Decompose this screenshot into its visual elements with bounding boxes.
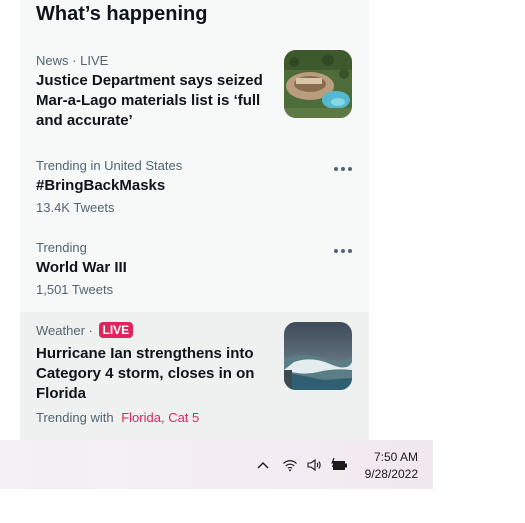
trending-link-cat5[interactable]: Cat 5: [168, 410, 199, 425]
trending-with-label: Trending with: [36, 410, 114, 425]
battery-charging-icon[interactable]: [330, 457, 348, 473]
more-options-icon[interactable]: [334, 164, 352, 174]
system-clock[interactable]: 7:50 AM 9/28/2022: [365, 449, 418, 483]
headline-line: Mar-a-Lago materials list is ‘full: [36, 92, 261, 109]
more-options-icon[interactable]: [334, 246, 352, 256]
headline-line: Category 4 storm, closes in on: [36, 365, 255, 382]
headline-line: Hurricane Ian strengthens into: [36, 345, 254, 362]
chevron-up-icon[interactable]: [255, 457, 271, 473]
clock-time: 7:50 AM: [373, 450, 418, 464]
news-status: LIVE: [80, 53, 109, 68]
news-item-mar-a-lago[interactable]: News · LIVE Justice Department says seiz…: [20, 38, 369, 150]
meta-separator: ·: [72, 53, 77, 68]
headline-line: Florida: [36, 385, 87, 402]
live-badge: LIVE: [98, 322, 134, 338]
news-thumbnail[interactable]: [284, 50, 352, 118]
wifi-icon[interactable]: [282, 457, 298, 473]
whats-happening-panel: What’s happening News · LIVE Justice Dep…: [20, 0, 369, 440]
trending-with: Trending with Florida, Cat 5: [36, 410, 199, 425]
panel-title: What’s happening: [36, 3, 208, 25]
link-separator: ,: [160, 410, 165, 425]
news-headline: Justice Department says seized Mar-a-Lag…: [36, 71, 263, 131]
clock-date: 9/28/2022: [364, 467, 418, 481]
weather-meta: Weather · LIVE: [36, 322, 134, 338]
trend-tweet-count: 1,501 Tweets: [36, 282, 114, 297]
taskbar: 7:50 AM 9/28/2022: [0, 440, 433, 489]
trend-item-world-war-iii[interactable]: Trending World War III 1,501 Tweets: [20, 232, 369, 312]
weather-headline: Hurricane Ian strengthens into Category …: [36, 344, 254, 404]
trend-topic: World War III: [36, 259, 127, 276]
trend-context: Trending in United States: [36, 158, 183, 173]
headline-line: and accurate’: [36, 112, 133, 129]
news-meta: News · LIVE: [36, 53, 108, 68]
trend-topic: #BringBackMasks: [36, 177, 166, 194]
trend-item-bringbackmasks[interactable]: Trending in United States #BringBackMask…: [20, 150, 369, 232]
speaker-icon[interactable]: [306, 457, 322, 473]
weather-thumbnail[interactable]: [284, 322, 352, 390]
weather-item-hurricane-ian[interactable]: Weather · LIVE Hurricane Ian strengthens…: [20, 312, 369, 440]
meta-separator: ·: [88, 323, 93, 338]
trend-context: Trending: [36, 240, 87, 255]
trend-tweet-count: 13.4K Tweets: [36, 200, 115, 215]
news-category: News: [36, 53, 69, 68]
weather-category: Weather: [36, 323, 85, 338]
headline-line: Justice Department says seized: [36, 72, 263, 89]
trending-link-florida[interactable]: Florida: [121, 410, 161, 425]
